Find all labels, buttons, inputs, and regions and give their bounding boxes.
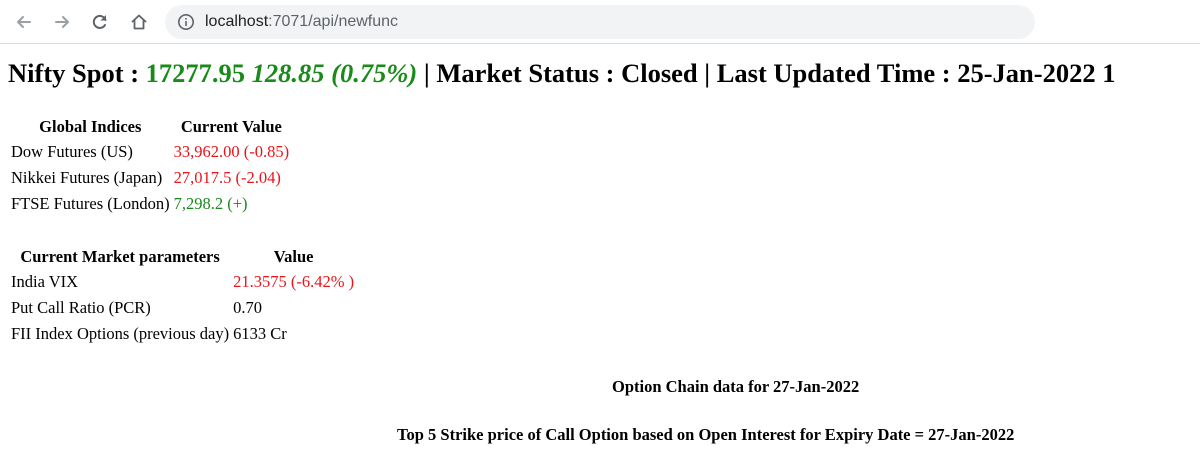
browser-toolbar: localhost:7071/api/newfunc bbox=[0, 0, 1200, 44]
forward-arrow-icon bbox=[55, 16, 69, 28]
table-row: India VIX 21.3575 (-6.42% ) bbox=[10, 270, 355, 294]
url-text[interactable]: localhost:7071/api/newfunc bbox=[205, 12, 398, 32]
row-value: 21.3575 (-6.42% ) bbox=[233, 272, 355, 291]
column-header: Current Value bbox=[180, 117, 282, 136]
table-header-row: Global Indices Current Value bbox=[10, 116, 290, 138]
market-params-table: Current Market parameters Value India VI… bbox=[8, 244, 357, 348]
spot-label: Nifty Spot : bbox=[8, 58, 146, 88]
option-chain-subtitle: Top 5 Strike price of Call Option based … bbox=[397, 425, 1015, 444]
row-label: Dow Futures (US) bbox=[11, 142, 133, 161]
row-label: Nikkei Futures (Japan) bbox=[11, 168, 163, 187]
url-path: :7071/api/newfunc bbox=[268, 13, 399, 30]
spot-change: 128.85 (0.75%) bbox=[251, 58, 418, 88]
market-header: Nifty Spot : 17277.95 128.85 (0.75%) | M… bbox=[8, 57, 1116, 89]
table-row: FII Index Options (previous day) 6133 Cr bbox=[10, 322, 355, 346]
home-button[interactable] bbox=[125, 8, 153, 36]
row-value: 33,962.00 (-0.85) bbox=[173, 142, 290, 161]
column-header: Global Indices bbox=[39, 117, 142, 136]
column-header: Current Market parameters bbox=[20, 247, 220, 266]
address-bar[interactable]: localhost:7071/api/newfunc bbox=[165, 5, 1035, 39]
table-row: Put Call Ratio (PCR) 0.70 bbox=[10, 296, 355, 320]
back-button[interactable] bbox=[10, 8, 38, 36]
row-label: India VIX bbox=[11, 272, 79, 291]
row-value: 27,017.5 (-2.04) bbox=[173, 168, 281, 187]
row-label: Put Call Ratio (PCR) bbox=[11, 298, 151, 317]
site-info-icon[interactable] bbox=[177, 13, 195, 31]
column-header: Value bbox=[273, 247, 314, 266]
row-label: FII Index Options (previous day) bbox=[11, 324, 230, 343]
forward-button[interactable] bbox=[48, 8, 76, 36]
row-value: 6133 Cr bbox=[233, 324, 287, 343]
row-value: 7,298.2 (+) bbox=[173, 194, 248, 213]
row-label: FTSE Futures (London) bbox=[11, 194, 170, 213]
row-value: 0.70 bbox=[233, 298, 263, 317]
reload-button[interactable] bbox=[86, 8, 114, 36]
option-chain-title: Option Chain data for 27-Jan-2022 bbox=[612, 377, 860, 396]
market-status-text: | Market Status : Closed | Last Updated … bbox=[417, 58, 1116, 88]
spot-value: 17277.95 bbox=[145, 58, 246, 88]
home-icon bbox=[131, 14, 147, 30]
table-row: Dow Futures (US) 33,962.00 (-0.85) bbox=[10, 140, 290, 164]
back-arrow-icon bbox=[17, 16, 31, 28]
url-host: localhost bbox=[205, 13, 269, 30]
table-header-row: Current Market parameters Value bbox=[10, 246, 355, 268]
global-indices-table: Global Indices Current Value Dow Futures… bbox=[8, 114, 292, 218]
table-row: FTSE Futures (London) 7,298.2 (+) bbox=[10, 192, 290, 216]
table-row: Nikkei Futures (Japan) 27,017.5 (-2.04) bbox=[10, 166, 290, 190]
reload-icon bbox=[92, 14, 107, 29]
